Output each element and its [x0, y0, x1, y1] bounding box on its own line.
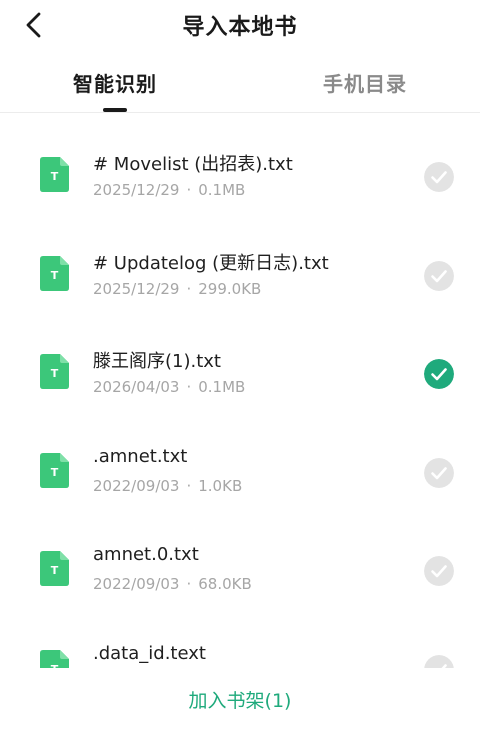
file-meta: 2025/12/29 · 299.0KB: [93, 280, 261, 298]
tab-bar: 智能识别 手机目录: [0, 58, 480, 112]
page-title: 导入本地书: [182, 15, 298, 40]
txt-file-icon: T: [40, 255, 69, 291]
add-to-bookshelf-button[interactable]: 加入书架(1): [0, 686, 480, 713]
txt-file-icon: T: [40, 354, 69, 389]
tab-smart-detect[interactable]: 智能识别: [73, 68, 157, 97]
file-size: 0.1MB: [198, 181, 246, 199]
unchecked-circle-icon[interactable]: [424, 457, 454, 488]
meta-separator: ·: [186, 181, 192, 199]
file-size: 299.0KB: [198, 279, 262, 298]
file-name: amnet.0.txt: [93, 544, 199, 565]
unchecked-circle-icon[interactable]: [424, 654, 454, 669]
file-icon-letter: T: [51, 466, 59, 479]
txt-file-icon: T: [40, 157, 69, 192]
txt-file-icon: T: [40, 452, 69, 488]
file-row[interactable]: T # Updatelog (更新日志).txt 2025/12/29 · 299.0K…: [0, 212, 480, 310]
file-meta: 2025/12/29 · 0.1MB: [93, 181, 245, 199]
file-meta: 2026/04/03 · 0.1MB: [93, 378, 245, 396]
file-name: # Updatelog (更新日志).txt: [93, 252, 329, 274]
file-list[interactable]: T # Movelist (出招表).txt 2025/12/29 · 0.1MB T # …: [0, 113, 480, 668]
file-name: # Movelist (出招表).txt: [93, 154, 293, 175]
header: 导入本地书: [0, 0, 480, 52]
tab-phone-directory[interactable]: 手机目录: [323, 68, 407, 97]
file-name: .amnet.txt: [93, 445, 188, 467]
file-row[interactable]: Tamnet.0.txt 2022/09/03 · 68.0KB: [0, 507, 480, 605]
unchecked-circle-icon[interactable]: [424, 260, 454, 291]
meta-separator: ·: [186, 476, 192, 495]
checked-circle-icon[interactable]: [424, 359, 454, 389]
file-size: 1.0KB: [198, 476, 243, 495]
file-icon-letter: T: [51, 170, 59, 183]
file-icon-letter: T: [51, 564, 59, 577]
file-meta: 2022/09/03 · 68.0KB: [93, 575, 252, 593]
meta-separator: ·: [186, 279, 192, 298]
file-icon-letter: T: [51, 269, 59, 282]
txt-file-icon: T: [40, 551, 69, 586]
file-name: .data_id.text: [93, 642, 206, 664]
bottom-bar: 加入书架(1): [0, 668, 480, 732]
file-date: 2022/09/03: [93, 476, 180, 495]
file-date: 2025/12/29: [93, 279, 180, 298]
file-row[interactable]: T # Movelist (出招表).txt 2025/12/29 · 0.1MB: [0, 113, 480, 211]
file-date: 2025/12/29: [93, 181, 180, 199]
meta-separator: ·: [186, 575, 192, 593]
file-row[interactable]: T 滕王阁序(1).txt 2026/04/03 · 0.1MB: [0, 310, 480, 408]
file-row[interactable]: T .amnet.txt 2022/09/03 · 1.0KB: [0, 409, 480, 507]
file-date: 2022/09/03: [93, 575, 180, 593]
file-size: 0.1MB: [198, 378, 246, 396]
unchecked-circle-icon[interactable]: [424, 556, 454, 586]
meta-separator: ·: [186, 378, 192, 396]
txt-file-icon: T: [40, 649, 69, 668]
file-row[interactable]: T .data_id.text: [0, 606, 480, 669]
file-name: 滕王阁序(1).txt: [93, 351, 221, 372]
unchecked-circle-icon[interactable]: [424, 162, 454, 192]
file-icon-letter: T: [51, 367, 59, 380]
file-date: 2026/04/03: [93, 378, 180, 396]
file-meta: 2022/09/03 · 1.0KB: [93, 477, 242, 495]
file-size: 68.0KB: [198, 575, 252, 593]
import-local-book-screen: 导入本地书 智能识别 手机目录 T # Movelist (出招表).txt 202…: [0, 0, 480, 732]
